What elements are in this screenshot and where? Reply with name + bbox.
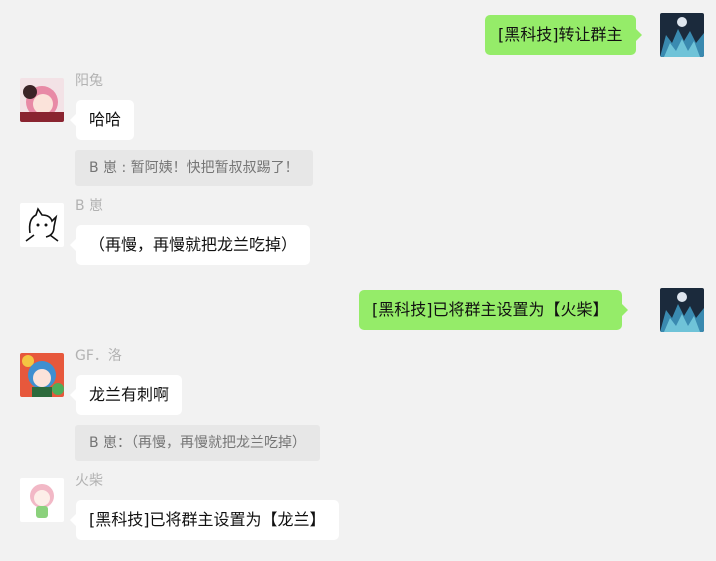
message-bubble-outgoing[interactable]: [黑科技]已将群主设置为【火柴】 <box>359 290 627 330</box>
sender-name: GF．洛 <box>75 348 122 364</box>
quoted-message[interactable]: B 崽 : 暂阿姨！快把暂叔叔踢了！ <box>75 150 313 186</box>
sender-name: 阳兔 <box>75 73 103 89</box>
night-moon-avatar[interactable] <box>660 13 704 57</box>
message-bubble-incoming[interactable]: 龙兰有刺啊 <box>69 375 183 415</box>
blue-hair-girl-avatar[interactable] <box>20 353 64 397</box>
night-moon-avatar[interactable] <box>660 288 704 332</box>
chibi-girl-avatar[interactable] <box>20 478 64 522</box>
quoted-message[interactable]: B 崽：（再慢，再慢就把龙兰吃掉） <box>75 425 321 461</box>
message-bubble-incoming[interactable]: （再慢，再慢就把龙兰吃掉） <box>69 225 311 265</box>
line-drawing-cat-avatar[interactable] <box>20 203 64 247</box>
sender-name: B 崽 <box>75 198 104 214</box>
message-bubble-outgoing[interactable]: [黑科技]转让群主 <box>485 15 641 55</box>
chat-window: [黑科技]转让群主 阳兔 哈哈 B 崽 : 暂阿姨！快把暂叔叔踢了！ B 崽 （… <box>0 0 716 561</box>
pink-hair-girl-avatar[interactable] <box>20 78 64 122</box>
message-bubble-incoming[interactable]: 哈哈 <box>69 100 135 140</box>
sender-name: 火柴 <box>75 473 103 489</box>
message-bubble-incoming[interactable]: [黑科技]已将群主设置为【龙兰】 <box>70 500 339 540</box>
